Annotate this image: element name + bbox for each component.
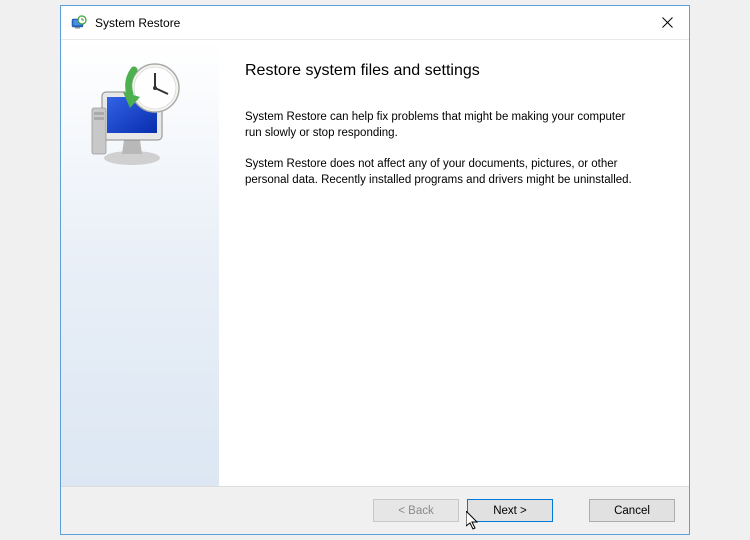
close-button[interactable] xyxy=(645,7,689,39)
next-button[interactable]: Next > xyxy=(467,499,553,522)
wizard-main-panel: Restore system files and settings System… xyxy=(219,40,689,486)
restore-illustration-icon xyxy=(90,58,190,173)
wizard-sidebar xyxy=(61,40,219,486)
app-icon xyxy=(71,15,87,31)
back-button: < Back xyxy=(373,499,459,522)
window-title: System Restore xyxy=(95,16,645,30)
title-bar: System Restore xyxy=(61,6,689,40)
intro-paragraph-2: System Restore does not affect any of yo… xyxy=(245,157,645,188)
content-area: Restore system files and settings System… xyxy=(61,40,689,486)
wizard-footer: < Back Next > Cancel xyxy=(61,486,689,534)
cancel-button[interactable]: Cancel xyxy=(589,499,675,522)
wizard-window: System Restore xyxy=(60,5,690,535)
close-icon xyxy=(662,17,673,28)
page-heading: Restore system files and settings xyxy=(245,62,661,80)
intro-paragraph-1: System Restore can help fix problems tha… xyxy=(245,110,645,141)
